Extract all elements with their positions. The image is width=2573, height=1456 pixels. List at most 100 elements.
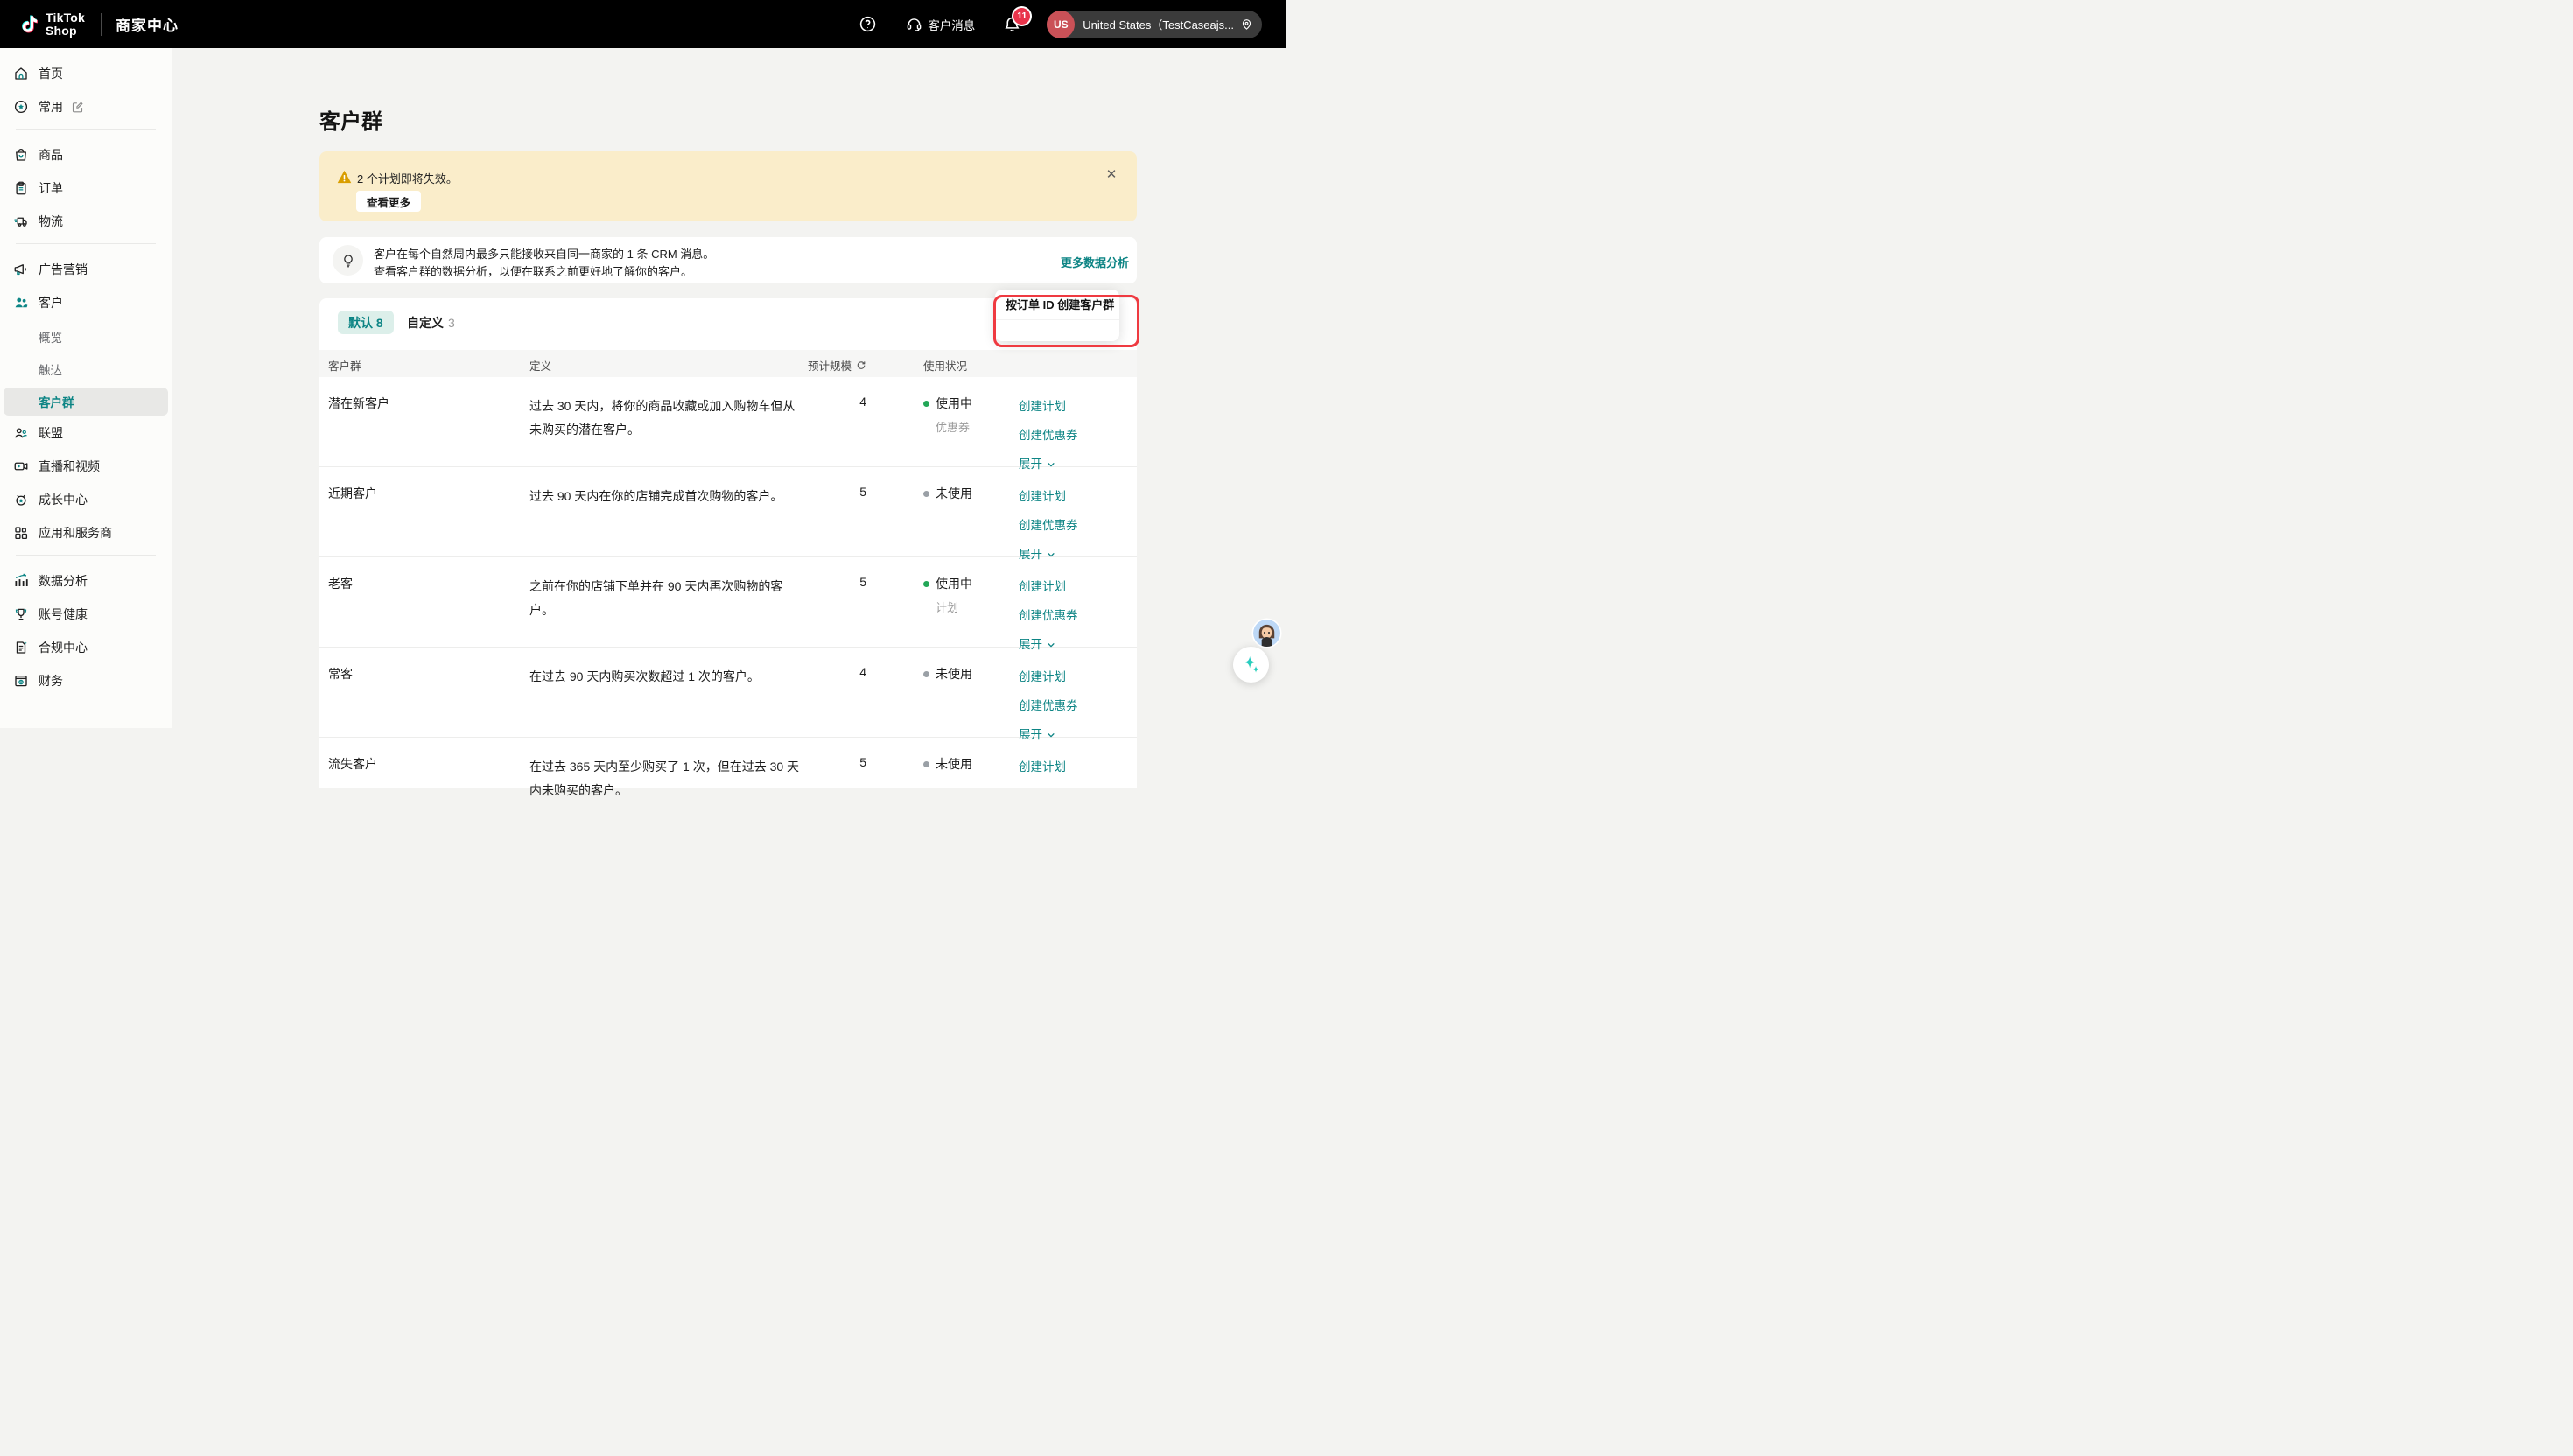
segment-name: 潜在新客户: [328, 395, 521, 412]
sidebar-label: 直播和视频: [39, 458, 100, 475]
create-plan-link[interactable]: 创建计划: [1019, 396, 1078, 414]
sidebar-item-affiliate[interactable]: 联盟: [0, 420, 172, 446]
sidebar-label: 广告营销: [39, 261, 88, 278]
region-selector[interactable]: US United States（TestCaseajs...: [1047, 10, 1262, 38]
customers-icon: [13, 295, 29, 311]
segment-definition: 过去 30 天内，将你的商品收藏或加入购物车但从未购买的潜在客户。: [529, 395, 805, 442]
table-header: 客户群 定义 预计规模 使用状况: [319, 350, 1137, 377]
create-coupon-link[interactable]: 创建优惠券: [1019, 606, 1078, 623]
create-plan-link[interactable]: 创建计划: [1019, 757, 1066, 774]
segment-status: 使用中 计划: [923, 575, 972, 615]
table-row: 常客 在过去 90 天内购买次数超过 1 次的客户。 4 未使用 创建计划 创建…: [319, 648, 1137, 738]
sidebar-item-live-video[interactable]: 直播和视频: [0, 453, 172, 480]
sidebar-item-growth-center[interactable]: 成长中心: [0, 486, 172, 513]
tab-default[interactable]: 默认 8: [338, 311, 394, 334]
apps-icon: [13, 525, 29, 541]
create-plan-link[interactable]: 创建计划: [1019, 486, 1078, 504]
assistant-avatar[interactable]: [1253, 620, 1280, 647]
megaphone-icon: [13, 262, 29, 277]
close-icon[interactable]: ✕: [1104, 167, 1119, 183]
brand-line1: TikTok: [46, 10, 85, 24]
sidebar-item-products[interactable]: 商品: [0, 142, 172, 168]
sidebar-label: 应用和服务商: [39, 524, 112, 542]
sidebar-item-logistics[interactable]: 物流: [0, 208, 172, 234]
create-plan-link[interactable]: 创建计划: [1019, 577, 1078, 594]
sidebar-divider: [16, 129, 156, 130]
sidebar-label: 常用: [39, 98, 63, 116]
col-size: 预计规模: [805, 357, 866, 374]
edit-icon[interactable]: [71, 101, 84, 114]
menu-item-create-by-order-id[interactable]: 按订单 ID 创建客户群: [995, 290, 1119, 320]
affiliate-icon: [13, 425, 29, 441]
segment-status: 使用中 优惠券: [923, 395, 972, 435]
sidebar-subitem-customer-segments[interactable]: 客户群: [4, 388, 168, 416]
create-coupon-link[interactable]: 创建优惠券: [1019, 425, 1078, 443]
sidebar-label: 财务: [39, 672, 63, 690]
customer-messages-button[interactable]: 客户消息: [906, 16, 975, 33]
create-coupon-link[interactable]: 创建优惠券: [1019, 515, 1078, 533]
table-row: 近期客户 过去 90 天内在你的店铺完成首次购物的客户。 5 未使用 创建计划 …: [319, 467, 1137, 557]
region-label: United States（TestCaseajs...: [1083, 16, 1234, 32]
tip-line1: 客户在每个自然周内最多只能接收来自同一商家的 1 条 CRM 消息。: [374, 245, 714, 262]
lightbulb-icon: [340, 253, 356, 269]
segment-definition: 在过去 365 天内至少购买了 1 次，但在过去 30 天内未购买的客户。: [529, 755, 805, 802]
page-title: 客户群: [319, 104, 382, 135]
status-dot: [923, 491, 929, 497]
segment-status: 未使用: [923, 485, 972, 502]
sidebar-label: 联盟: [39, 424, 63, 442]
main-content: 客户群 2 个计划即将失效。 查看更多 ✕ 客户在每个自然周内最多只能接收来自同…: [172, 48, 2573, 1456]
status-dot: [923, 581, 929, 587]
status-dot: [923, 761, 929, 767]
notifications-button[interactable]: 11: [1001, 14, 1022, 35]
sparkle-icon: [1242, 655, 1261, 675]
region-code-badge: US: [1047, 10, 1075, 38]
refresh-icon[interactable]: [856, 360, 866, 371]
sidebar-subitem-overview[interactable]: 概览: [4, 323, 168, 351]
bag-icon: [13, 147, 29, 163]
sidebar-item-finance[interactable]: 财务: [0, 668, 172, 694]
truck-icon: [13, 214, 29, 229]
sidebar-item-apps-services[interactable]: 应用和服务商: [0, 520, 172, 546]
app-title: 商家中心: [116, 13, 179, 35]
header-divider: [101, 13, 102, 36]
document-icon: [13, 640, 29, 655]
view-more-button[interactable]: 查看更多: [356, 191, 421, 212]
segment-definition: 之前在你的店铺下单并在 90 天内再次购物的客户。: [529, 575, 805, 622]
clipboard-icon: [13, 180, 29, 196]
sidebar-divider: [16, 555, 156, 556]
segment-actions: 创建计划: [1019, 757, 1066, 786]
sidebar-item-home[interactable]: 首页: [0, 60, 172, 87]
tip-bar: 客户在每个自然周内最多只能接收来自同一商家的 1 条 CRM 消息。 查看客户群…: [319, 237, 1137, 284]
sidebar-item-account-health[interactable]: 账号健康: [0, 601, 172, 627]
segment-name: 流失客户: [328, 755, 521, 773]
sidebar-item-analytics[interactable]: 数据分析: [0, 568, 172, 594]
segment-definition: 过去 90 天内在你的店铺完成首次购物的客户。: [529, 485, 805, 508]
status-dot: [923, 401, 929, 407]
trophy-icon: [13, 606, 29, 622]
table-row: 流失客户 在过去 365 天内至少购买了 1 次，但在过去 30 天内未购买的客…: [319, 738, 1137, 828]
sidebar-item-favorites[interactable]: 常用: [0, 94, 172, 120]
sidebar-item-customers[interactable]: 客户: [0, 290, 172, 316]
create-coupon-link[interactable]: 创建优惠券: [1019, 696, 1078, 713]
headset-icon: [906, 16, 922, 32]
ai-assistant-button[interactable]: [1233, 647, 1269, 682]
notification-badge: 11: [1013, 8, 1030, 24]
messages-label: 客户消息: [928, 16, 975, 33]
sidebar-item-orders[interactable]: 订单: [0, 175, 172, 201]
tiktok-shop-logo[interactable]: TikTokShop: [18, 11, 85, 38]
sidebar-label: 商品: [39, 146, 63, 164]
tab-custom[interactable]: 自定义3: [407, 311, 455, 334]
more-analytics-link[interactable]: 更多数据分析: [1061, 254, 1129, 270]
lightbulb-icon-wrap: [333, 245, 363, 276]
segment-name: 老客: [328, 575, 521, 592]
segment-status: 未使用: [923, 755, 972, 773]
help-button[interactable]: [857, 14, 878, 35]
sidebar-subitem-reach[interactable]: 触达: [4, 355, 168, 383]
home-icon: [13, 66, 29, 81]
create-plan-link[interactable]: 创建计划: [1019, 667, 1078, 684]
location-pin-icon: [1240, 18, 1253, 31]
segment-size: 4: [805, 395, 866, 409]
sidebar-item-compliance[interactable]: 合规中心: [0, 634, 172, 661]
sidebar-item-marketing[interactable]: 广告营销: [0, 256, 172, 283]
segment-size: 5: [805, 575, 866, 589]
